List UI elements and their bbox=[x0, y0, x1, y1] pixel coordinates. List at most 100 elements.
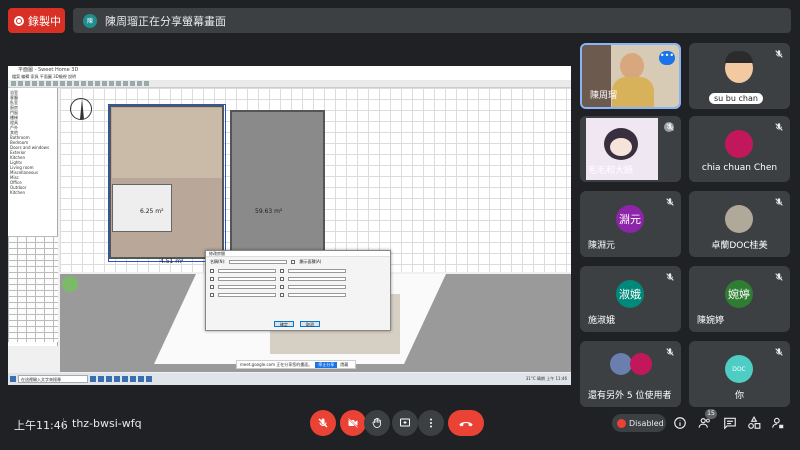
dialog-area-checkbox[interactable] bbox=[291, 260, 296, 264]
camera-off-icon bbox=[347, 417, 359, 429]
stop-sharing-button[interactable]: 停止分享 bbox=[315, 361, 338, 368]
mic-off-icon bbox=[665, 197, 675, 207]
more-options-icon[interactable]: ••• bbox=[659, 51, 675, 65]
participant-tile[interactable]: DOC 你 bbox=[689, 341, 790, 407]
app-title: 平面圖 - Sweet Home 3D bbox=[8, 66, 571, 74]
participant-name: 陳周瑠 bbox=[590, 91, 618, 101]
system-tray: 31°C 晴朗 上午 11:46 bbox=[525, 376, 567, 381]
mic-off-icon bbox=[774, 272, 784, 282]
disabled-icon bbox=[617, 418, 626, 428]
mic-off-icon bbox=[774, 197, 784, 207]
mic-off-icon bbox=[318, 418, 328, 428]
area-label-3: 4.51 m² bbox=[160, 258, 184, 265]
info-icon bbox=[674, 417, 686, 429]
meeting-info-button[interactable] bbox=[672, 415, 688, 431]
floor-plan: 59.63 m² 6.25 m² 4.51 m² bbox=[60, 88, 571, 272]
clock: 上午11:46 bbox=[14, 419, 68, 432]
dialog-name-label: 名稱(N): bbox=[210, 259, 226, 264]
mic-off-icon bbox=[774, 49, 784, 59]
furniture-catalog: 浴室 客廳 臥室 廚房 門窗 樓梯 燈具 戶外 其他 Bathroom Bedroom Doors a… bbox=[8, 88, 58, 346]
mic-off-icon bbox=[665, 122, 675, 132]
mic-off-button[interactable] bbox=[310, 410, 336, 436]
participant-name: chia chuan Chen bbox=[701, 163, 778, 173]
raise-hand-button[interactable] bbox=[364, 410, 390, 436]
meeting-code: thz-bwsi-wfq bbox=[72, 417, 142, 430]
hide-button[interactable]: 隱藏 bbox=[340, 362, 348, 368]
recording-label: 錄製中 bbox=[28, 14, 61, 28]
presenting-text: 陳周瑠正在分享螢幕畫面 bbox=[105, 14, 226, 28]
participant-avatar bbox=[610, 353, 632, 375]
participant-avatar: 淵元 bbox=[616, 205, 644, 233]
recording-indicator[interactable]: 錄製中 bbox=[8, 8, 65, 33]
dialog-name-field[interactable] bbox=[229, 260, 288, 264]
divider bbox=[63, 418, 64, 430]
selection-outline bbox=[108, 104, 226, 262]
presenting-banner: 陳 陳周瑠正在分享螢幕畫面 bbox=[73, 8, 791, 33]
more-vert-icon bbox=[430, 418, 432, 428]
participant-avatar bbox=[725, 130, 753, 158]
people-count-badge: 15 bbox=[705, 409, 717, 419]
participant-tile[interactable]: chia chuan Chen bbox=[689, 116, 790, 182]
participant-avatar: 婉婷 bbox=[725, 280, 753, 308]
more-options-button[interactable] bbox=[418, 410, 444, 436]
mic-off-icon bbox=[665, 272, 675, 282]
sharing-notification: meet.google.com 正在分享您的畫面。 停止分享 隱藏 bbox=[236, 360, 356, 369]
area-label-1: 59.63 m² bbox=[255, 208, 283, 215]
participant-tile[interactable]: 毛毛和大嬿 bbox=[580, 116, 681, 182]
participant-tile[interactable]: ••• 陳周瑠 bbox=[580, 43, 681, 109]
camera-off-button[interactable] bbox=[340, 410, 366, 436]
activities-button[interactable] bbox=[746, 415, 762, 431]
room-gray bbox=[230, 110, 325, 260]
participant-avatar bbox=[725, 205, 753, 233]
participant-tile[interactable]: 婉婷 陳婉婷 bbox=[689, 266, 790, 332]
mic-off-icon bbox=[774, 122, 784, 132]
navigation-icon bbox=[62, 276, 78, 292]
disabled-label: Disabled bbox=[629, 418, 664, 428]
participant-name: 陳婉婷 bbox=[697, 316, 725, 326]
participant-name: 陳淵元 bbox=[588, 241, 616, 251]
present-button[interactable] bbox=[392, 410, 418, 436]
lock-person-icon bbox=[772, 417, 784, 429]
meet-window: 錄製中 陳 陳周瑠正在分享螢幕畫面 平面圖 - Sweet Home 3D 檔案… bbox=[0, 0, 800, 450]
participant-tile[interactable]: 卓蘭DOC桂美 bbox=[689, 191, 790, 257]
notif-text: meet.google.com 正在分享您的畫面。 bbox=[240, 361, 313, 367]
participant-tile[interactable]: 淵元 陳淵元 bbox=[580, 191, 681, 257]
bottom-bar: 上午11:46 thz-bwsi-wfq Disabled 15 bbox=[0, 400, 800, 450]
dialog-ok-button[interactable]: 確定 bbox=[274, 321, 294, 327]
dialog-cancel-button[interactable]: 取消 bbox=[300, 321, 320, 327]
host-controls-button[interactable] bbox=[770, 415, 786, 431]
chat-icon bbox=[724, 417, 736, 430]
taskbar-search[interactable]: 在這裡輸入文字來搜尋 bbox=[18, 375, 88, 383]
mic-off-icon bbox=[774, 347, 784, 357]
participant-avatar: DOC bbox=[725, 355, 753, 383]
app-toolbar bbox=[8, 80, 571, 88]
participant-tile[interactable]: su bu chan bbox=[689, 43, 790, 109]
modify-room-dialog: 修改房間 名稱(N): 顯示面積(A) 確定 取消 bbox=[205, 250, 391, 331]
leave-call-button[interactable] bbox=[448, 410, 484, 436]
compass-icon bbox=[70, 98, 92, 120]
participant-avatar: 淑娥 bbox=[616, 280, 644, 308]
presenter-avatar: 陳 bbox=[83, 13, 97, 28]
shared-screen: 平面圖 - Sweet Home 3D 檔案 編輯 家具 平面圖 3D檢視 說明… bbox=[8, 66, 571, 385]
hang-up-icon bbox=[459, 421, 473, 427]
catalog-tree: 浴室 客廳 臥室 廚房 門窗 樓梯 燈具 戶外 其他 Bathroom Bedroom Doors a… bbox=[8, 88, 57, 233]
activities-icon bbox=[748, 416, 761, 429]
participant-avatar bbox=[630, 353, 652, 375]
participant-tile[interactable]: 淑娥 施淑娥 bbox=[580, 266, 681, 332]
captions-disabled-toggle[interactable]: Disabled bbox=[612, 414, 666, 432]
participant-name: 毛毛和大嬿 bbox=[588, 166, 634, 176]
chat-button[interactable] bbox=[722, 415, 738, 431]
participant-name: 施淑娥 bbox=[588, 316, 616, 326]
windows-taskbar: 在這裡輸入文字來搜尋 31°C 晴朗 上午 11:46 bbox=[8, 373, 571, 385]
participant-tile[interactable]: 還有另外 5 位使用者 bbox=[580, 341, 681, 407]
present-icon bbox=[400, 418, 410, 427]
area-label-2: 6.25 m² bbox=[140, 208, 164, 215]
catalog-item[interactable]: Kitchen bbox=[10, 190, 55, 195]
record-icon bbox=[14, 15, 24, 26]
windows-start-icon[interactable] bbox=[10, 376, 16, 382]
dialog-area-label: 顯示面積(A) bbox=[299, 259, 322, 264]
mic-off-icon bbox=[665, 347, 675, 357]
furniture-table bbox=[8, 236, 58, 342]
participant-name: 卓蘭DOC桂美 bbox=[711, 241, 768, 251]
hand-icon bbox=[372, 417, 381, 428]
